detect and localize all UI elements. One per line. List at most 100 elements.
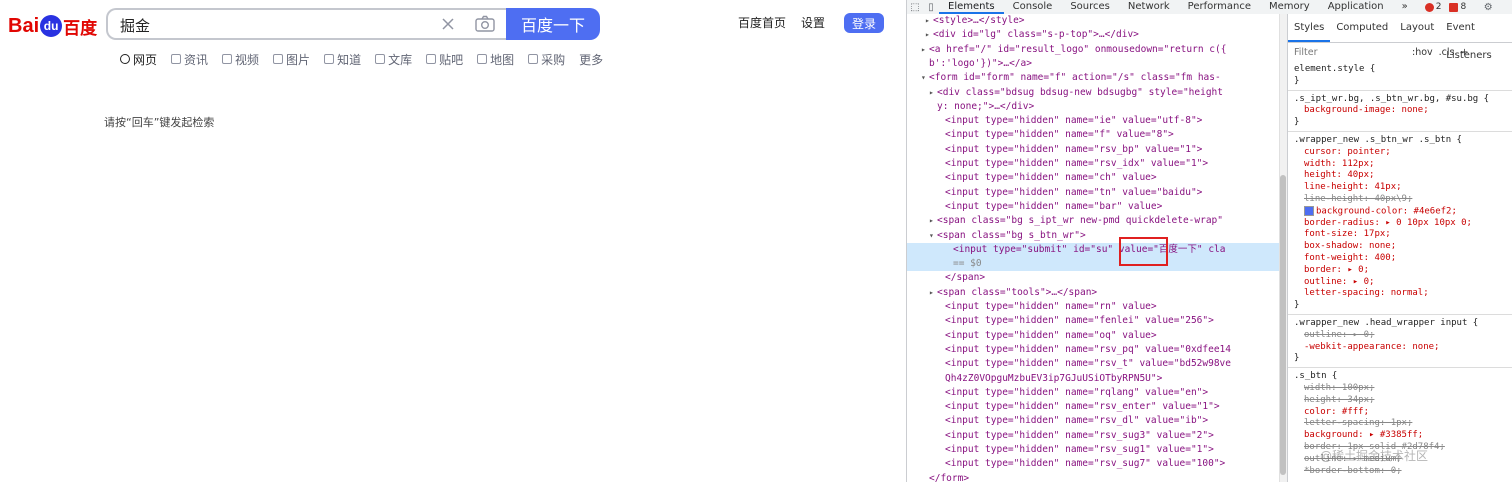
add-rule-icon[interactable]: + bbox=[1461, 47, 1469, 58]
dom-node-line[interactable]: <input type="hidden" name="rsv_dl" value… bbox=[907, 414, 1279, 428]
css-selector[interactable]: .s_ipt_wr.bg, .s_btn_wr.bg, #su.bg { bbox=[1294, 94, 1489, 106]
css-declaration[interactable]: line-height: 41px; bbox=[1304, 182, 1402, 194]
tab-memory[interactable]: Memory bbox=[1260, 0, 1319, 14]
tab-network[interactable]: Network bbox=[1119, 0, 1179, 14]
dom-node-line[interactable]: <input type="hidden" name="rsv_sug3" val… bbox=[907, 429, 1279, 443]
css-declaration[interactable]: font-size: 17px; bbox=[1304, 229, 1391, 241]
css-declaration[interactable]: outline: ▸ 0; bbox=[1304, 277, 1374, 289]
dom-node-line[interactable]: ▸ <span class="tools">…</span> bbox=[907, 286, 1279, 300]
dom-node-line[interactable]: <input type="hidden" name="rsv_bp" value… bbox=[907, 143, 1279, 157]
tab-news[interactable]: 资讯 bbox=[171, 51, 208, 67]
css-selector[interactable]: } bbox=[1294, 300, 1299, 312]
dom-node-line[interactable]: <input type="hidden" name="rsv_idx" valu… bbox=[907, 157, 1279, 171]
tab-purchase[interactable]: 采购 bbox=[528, 51, 565, 67]
css-declaration[interactable]: font-weight: 400; bbox=[1304, 253, 1396, 265]
css-declaration[interactable]: width: 100px; bbox=[1304, 383, 1374, 395]
dom-node-line[interactable]: <input type="hidden" name="rsv_sug7" val… bbox=[907, 457, 1279, 471]
tab-computed[interactable]: Computed bbox=[1330, 14, 1394, 42]
tab-console[interactable]: Console bbox=[1004, 0, 1062, 14]
dom-node-line[interactable]: <input type="hidden" name="ch" value> bbox=[907, 171, 1279, 185]
dom-node-line[interactable]: <input type="hidden" name="f" value="8"> bbox=[907, 128, 1279, 142]
css-declaration[interactable]: width: 112px; bbox=[1304, 159, 1374, 171]
dom-node-line[interactable]: ▸ <span class="bg s_ipt_wr new-pmd quickd… bbox=[907, 214, 1279, 228]
css-declaration[interactable]: letter-spacing: normal; bbox=[1304, 288, 1429, 300]
hov-toggle[interactable]: :hov bbox=[1412, 47, 1433, 58]
dom-node-line[interactable]: <input type="hidden" name="rqlang" value… bbox=[907, 386, 1279, 400]
filter-input[interactable]: Filter bbox=[1294, 47, 1402, 58]
home-link[interactable]: 百度首页 bbox=[738, 14, 786, 31]
css-selector[interactable]: } bbox=[1294, 353, 1299, 365]
inspect-icon[interactable]: ⬚ bbox=[907, 1, 923, 13]
dom-node-line[interactable]: ▸ <div id="lg" class="s-p-top">…</div> bbox=[907, 28, 1279, 42]
tab-map[interactable]: 地图 bbox=[477, 51, 514, 67]
css-declaration[interactable]: background-image: none; bbox=[1304, 105, 1429, 117]
more-tabs-button[interactable]: » bbox=[1393, 0, 1417, 14]
dom-node-line[interactable]: <input type="submit" id="su" value="百度一下… bbox=[907, 242, 1279, 257]
dom-node-line[interactable]: b':'logo'})">…</a> bbox=[907, 57, 1279, 71]
tab-images[interactable]: 图片 bbox=[273, 51, 310, 67]
css-declaration[interactable]: letter-spacing: 1px; bbox=[1304, 418, 1412, 430]
tab-styles[interactable]: Styles bbox=[1288, 14, 1331, 42]
dom-node-line[interactable]: <input type="hidden" name="rsv_enter" va… bbox=[907, 400, 1279, 414]
dom-node-line[interactable]: <input type="hidden" name="bar" value> bbox=[907, 200, 1279, 214]
warning-badge[interactable]: 8 bbox=[1449, 2, 1466, 12]
clear-icon[interactable] bbox=[438, 14, 458, 34]
css-declaration[interactable]: *border-bottom: 0; bbox=[1304, 466, 1402, 478]
css-selector[interactable]: .wrapper_new .s_btn_wr .s_btn { bbox=[1294, 135, 1462, 147]
dom-node-line[interactable]: <input type="hidden" name="rsv_pq" value… bbox=[907, 343, 1279, 357]
dom-node-line[interactable]: <input type="hidden" name="fenlei" value… bbox=[907, 314, 1279, 328]
search-input[interactable] bbox=[120, 15, 420, 35]
css-declaration[interactable]: outline: ▸ 0; bbox=[1304, 330, 1374, 342]
settings-link[interactable]: 设置 bbox=[801, 14, 825, 31]
color-swatch[interactable] bbox=[1304, 205, 1314, 216]
dom-node-line[interactable]: </span> bbox=[907, 271, 1279, 285]
dom-node-line[interactable]: == $0 bbox=[907, 257, 1279, 272]
css-declaration[interactable]: line-height: 40px\9; bbox=[1304, 194, 1412, 206]
tab-layout[interactable]: Layout bbox=[1394, 14, 1440, 42]
css-selector[interactable]: element.style { bbox=[1294, 64, 1375, 76]
tab-more[interactable]: 更多 bbox=[579, 51, 603, 67]
cls-toggle[interactable]: .cls bbox=[1439, 47, 1455, 58]
css-declaration[interactable]: background-color: #4e6ef2; bbox=[1304, 205, 1457, 218]
dom-node-line[interactable]: ▸ <div class="bdsug bdsug-new bdsugbg" st… bbox=[907, 86, 1279, 100]
css-selector[interactable]: .s_btn { bbox=[1294, 371, 1337, 383]
dom-node-line[interactable]: ▾ <span class="bg s_btn_wr"> bbox=[907, 229, 1279, 243]
baidu-logo[interactable]: Bai du 百度 bbox=[8, 12, 97, 40]
dom-node-line[interactable]: </form> bbox=[907, 472, 1279, 482]
css-selector[interactable]: } bbox=[1294, 76, 1299, 88]
css-selector[interactable]: .wrapper_new .head_wrapper input { bbox=[1294, 318, 1478, 330]
css-declaration[interactable]: cursor: pointer; bbox=[1304, 147, 1391, 159]
tab-application[interactable]: Application bbox=[1319, 0, 1393, 14]
css-declaration[interactable]: height: 40px; bbox=[1304, 170, 1374, 182]
tab-sources[interactable]: Sources bbox=[1061, 0, 1119, 14]
login-button[interactable]: 登录 bbox=[844, 13, 884, 33]
dom-node-line[interactable]: Qh4zZ0VOpguMzbuEV3ip7GJuUSiOTbyRPN5U"> bbox=[907, 372, 1279, 386]
dom-node-line[interactable]: <input type="hidden" name="oq" value> bbox=[907, 329, 1279, 343]
elements-scroll-thumb[interactable] bbox=[1280, 175, 1286, 475]
tab-event-listeners[interactable]: Event Listeners bbox=[1440, 14, 1512, 61]
dom-node-line[interactable]: <input type="hidden" name="rn" value> bbox=[907, 300, 1279, 314]
tab-tieba[interactable]: 贴吧 bbox=[426, 51, 463, 67]
tab-web[interactable]: 网页 bbox=[120, 51, 157, 67]
dom-node-line[interactable]: <input type="hidden" name="rsv_sug1" val… bbox=[907, 443, 1279, 457]
dom-node-line[interactable]: <input type="hidden" name="tn" value="ba… bbox=[907, 186, 1279, 200]
dom-node-line[interactable]: ▾ <form id="form" name="f" action="/s" cl… bbox=[907, 71, 1279, 85]
camera-icon[interactable] bbox=[474, 14, 496, 34]
css-selector[interactable]: } bbox=[1294, 117, 1299, 129]
css-declaration[interactable]: background: ▸ #3385ff; bbox=[1304, 430, 1423, 442]
dom-node-line[interactable]: ▸ <style>…</style> bbox=[907, 14, 1279, 28]
tab-performance[interactable]: Performance bbox=[1179, 0, 1260, 14]
dom-node-line[interactable]: <input type="hidden" name="ie" value="ut… bbox=[907, 114, 1279, 128]
error-badge[interactable]: 2 bbox=[1424, 2, 1441, 12]
css-declaration[interactable]: -webkit-appearance: none; bbox=[1304, 342, 1439, 354]
dom-node-line[interactable]: y: none;">…</div> bbox=[907, 100, 1279, 114]
dom-node-line[interactable]: <input type="hidden" name="rsv_t" value=… bbox=[907, 357, 1279, 371]
device-toggle-icon[interactable]: ▯ bbox=[923, 1, 939, 13]
tab-wenku[interactable]: 文库 bbox=[375, 51, 412, 67]
css-declaration[interactable]: border-radius: ▸ 0 10px 10px 0; bbox=[1304, 218, 1472, 230]
tab-video[interactable]: 视频 bbox=[222, 51, 259, 67]
css-declaration[interactable]: height: 34px; bbox=[1304, 395, 1374, 407]
css-declaration[interactable]: color: #fff; bbox=[1304, 407, 1369, 419]
css-declaration[interactable]: border: ▸ 0; bbox=[1304, 265, 1369, 277]
tab-elements[interactable]: Elements bbox=[939, 0, 1004, 14]
